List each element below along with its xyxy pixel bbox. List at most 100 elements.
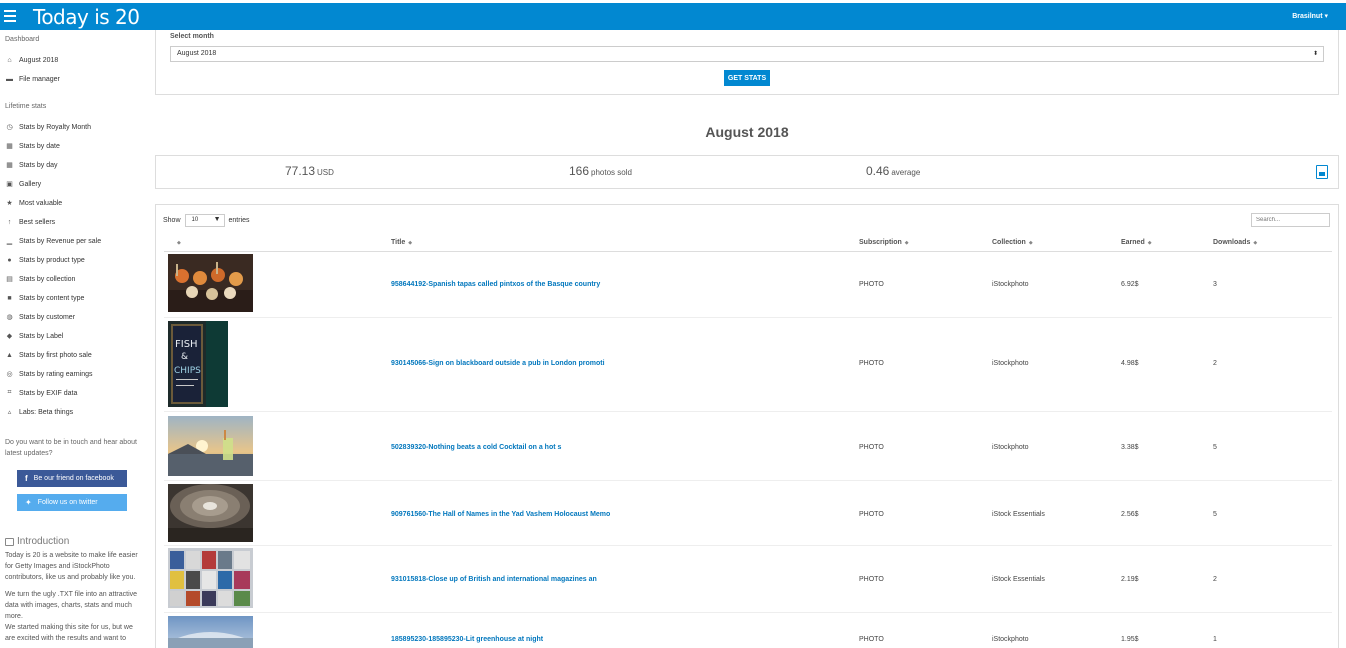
sidebar-item-product-type[interactable]: ● Stats by product type xyxy=(5,254,84,266)
intro-paragraph-2: We turn the ugly .TXT file into an attra… xyxy=(5,591,138,620)
brand-logo[interactable]: Today is 20 xyxy=(33,5,140,29)
column-header-title[interactable]: Title ◆ xyxy=(391,239,412,246)
sort-icon: ◆ xyxy=(904,240,909,246)
entries-length-select[interactable]: 10 ▼ xyxy=(184,214,225,227)
flask-icon: ▵ xyxy=(7,409,12,416)
row-subscription: PHOTO xyxy=(859,511,884,518)
sidebar-item-stats-by-date[interactable]: ▦ Stats by date xyxy=(5,140,60,152)
facebook-button[interactable]: f Be our friend on facebook xyxy=(17,470,127,487)
thumbs-up-icon: ▲ xyxy=(6,351,13,359)
introduction-heading: Introduction xyxy=(5,536,69,547)
twitter-label: Follow us on twitter xyxy=(37,499,98,506)
crop-icon: ⌗ xyxy=(7,389,12,396)
month-select[interactable]: August 2018 ⬍ xyxy=(170,46,1324,62)
table-row: 502839320-Nothing beats a cold Cocktail … xyxy=(164,412,1332,481)
column-header-collection[interactable]: Collection ◆ xyxy=(992,239,1033,246)
month-selector-panel: Select month August 2018 ⬍ GET STATS xyxy=(155,30,1339,95)
average-stat: 0.46 average xyxy=(866,164,920,178)
row-title-link[interactable]: 931015818-Close up of British and intern… xyxy=(391,576,597,583)
row-title-link[interactable]: 909761560-The Hall of Names in the Yad V… xyxy=(391,511,610,518)
row-collection: iStock Essentials xyxy=(992,576,1045,583)
sidebar-item-rating-earnings[interactable]: ◎ Stats by rating earnings xyxy=(5,368,93,380)
earned-unit: USD xyxy=(317,168,334,177)
product-icon: ● xyxy=(7,256,12,264)
hamburger-menu-icon[interactable] xyxy=(4,10,16,22)
row-title-link[interactable]: 958644192-Spanish tapas called pintxos o… xyxy=(391,281,600,288)
column-header-subscription[interactable]: Subscription ◆ xyxy=(859,239,909,246)
row-title-link[interactable]: 502839320-Nothing beats a cold Cocktail … xyxy=(391,444,561,451)
row-downloads: 2 xyxy=(1213,576,1217,583)
photo-thumbnail-greenhouse[interactable] xyxy=(168,616,253,648)
row-collection: iStockphoto xyxy=(992,360,1029,367)
sort-icon: ◆ xyxy=(1147,240,1152,246)
sidebar-item-label-stats[interactable]: ◆ Stats by Label xyxy=(5,330,64,342)
globe-icon: ◍ xyxy=(6,314,13,321)
sidebar-item-label: Stats by date xyxy=(19,142,60,150)
folder-icon: ▬ xyxy=(6,75,13,83)
intro-paragraph-3: We started making this site for us, but … xyxy=(5,624,133,642)
photo-thumbnail-magazines[interactable] xyxy=(168,548,253,608)
row-title-link[interactable]: 930145066-Sign on blackboard outside a p… xyxy=(391,360,605,367)
photo-thumbnail-tapas[interactable] xyxy=(168,254,253,312)
sidebar-item-best-sellers[interactable]: ↑ Best sellers xyxy=(5,216,55,228)
sidebar-item-gallery[interactable]: ▣ Gallery xyxy=(5,178,41,190)
sidebar-item-royalty-month[interactable]: ◷ Stats by Royalty Month xyxy=(5,121,91,133)
sidebar-item-revenue-per-sale[interactable]: ▁ Stats by Revenue per sale xyxy=(5,235,101,247)
sidebar-item-label: Labs: Beta things xyxy=(19,408,74,416)
sidebar-item-customer[interactable]: ◍ Stats by customer xyxy=(5,311,75,323)
column-header-earned[interactable]: Earned ◆ xyxy=(1121,239,1152,246)
row-downloads: 2 xyxy=(1213,360,1217,367)
image-export-icon[interactable] xyxy=(1316,165,1328,179)
updates-text: Do you want to be in touch and hear abou… xyxy=(5,439,137,457)
entries-length-value: 10 xyxy=(191,217,199,223)
get-stats-button[interactable]: GET STATS xyxy=(724,70,770,86)
row-subscription: PHOTO xyxy=(859,576,884,583)
entries-label: entries xyxy=(228,217,250,224)
photo-thumbnail-hall-of-names[interactable] xyxy=(168,484,253,542)
sidebar-item-first-photo-sale[interactable]: ▲ Stats by first photo sale xyxy=(5,349,92,361)
column-header-thumb[interactable]: ◆ xyxy=(174,239,181,246)
sidebar-item-most-valuable[interactable]: ★ Most valuable xyxy=(5,197,62,209)
dashboard-section-title: Dashboard xyxy=(5,36,40,43)
table-row: FISH & CHIPS 930145066-Sign on blackboar… xyxy=(164,318,1332,412)
row-earned: 4.98$ xyxy=(1121,360,1139,367)
search-input[interactable] xyxy=(1251,213,1330,227)
svg-text:&: & xyxy=(181,352,188,362)
intro-paragraph-1: Today is 20 is a website to make life ea… xyxy=(5,552,138,581)
lifetime-section-title: Lifetime stats xyxy=(5,103,47,110)
row-earned: 1.95$ xyxy=(1121,636,1139,643)
sidebar-item-stats-by-day[interactable]: ▦ Stats by day xyxy=(5,159,57,171)
photo-thumbnail-fish-chips[interactable]: FISH & CHIPS xyxy=(168,321,228,407)
sidebar-item-label: Stats by Revenue per sale xyxy=(19,237,102,245)
sidebar-item-label: Stats by collection xyxy=(19,275,76,283)
twitter-icon: ✦ xyxy=(25,498,32,507)
row-collection: iStockphoto xyxy=(992,636,1029,643)
sort-icon: ◆ xyxy=(1028,240,1033,246)
sidebar-item-label: Stats by customer xyxy=(19,313,76,321)
sort-icon: ◆ xyxy=(408,240,413,246)
video-icon: ■ xyxy=(7,294,12,302)
sold-unit: photos sold xyxy=(591,168,632,177)
photo-thumbnail-cocktail[interactable] xyxy=(168,416,253,476)
sidebar-item-august-2018[interactable]: ⌂ August 2018 xyxy=(5,54,58,66)
tag-icon: ◆ xyxy=(6,333,13,340)
sidebar-item-label: August 2018 xyxy=(19,56,59,64)
sidebar-item-collection[interactable]: ▤ Stats by collection xyxy=(5,273,75,285)
sidebar-item-content-type[interactable]: ■ Stats by content type xyxy=(5,292,84,304)
sidebar-item-exif-data[interactable]: ⌗ Stats by EXIF data xyxy=(5,387,78,399)
table-row: 931015818-Close up of British and intern… xyxy=(164,546,1332,613)
earned-value: 77.13 xyxy=(285,164,316,178)
sort-icon: ◆ xyxy=(1253,240,1258,246)
user-menu[interactable]: Brasilnut ▾ xyxy=(1292,12,1328,20)
sidebar-item-label: Stats by rating earnings xyxy=(19,370,93,378)
select-month-label: Select month xyxy=(170,33,214,40)
sidebar-item-labs[interactable]: ▵ Labs: Beta things xyxy=(5,406,73,418)
show-label: Show xyxy=(163,217,181,224)
twitter-button[interactable]: ✦ Follow us on twitter xyxy=(17,494,127,511)
sidebar-item-label: Stats by Label xyxy=(19,332,64,340)
row-title-link[interactable]: 185895230-185895230-Lit greenhouse at ni… xyxy=(391,636,543,643)
sidebar-item-file-manager[interactable]: ▬ File manager xyxy=(5,73,60,85)
column-header-downloads[interactable]: Downloads ◆ xyxy=(1213,239,1257,246)
table-row: 958644192-Spanish tapas called pintxos o… xyxy=(164,252,1332,318)
svg-text:CHIPS: CHIPS xyxy=(174,366,201,376)
